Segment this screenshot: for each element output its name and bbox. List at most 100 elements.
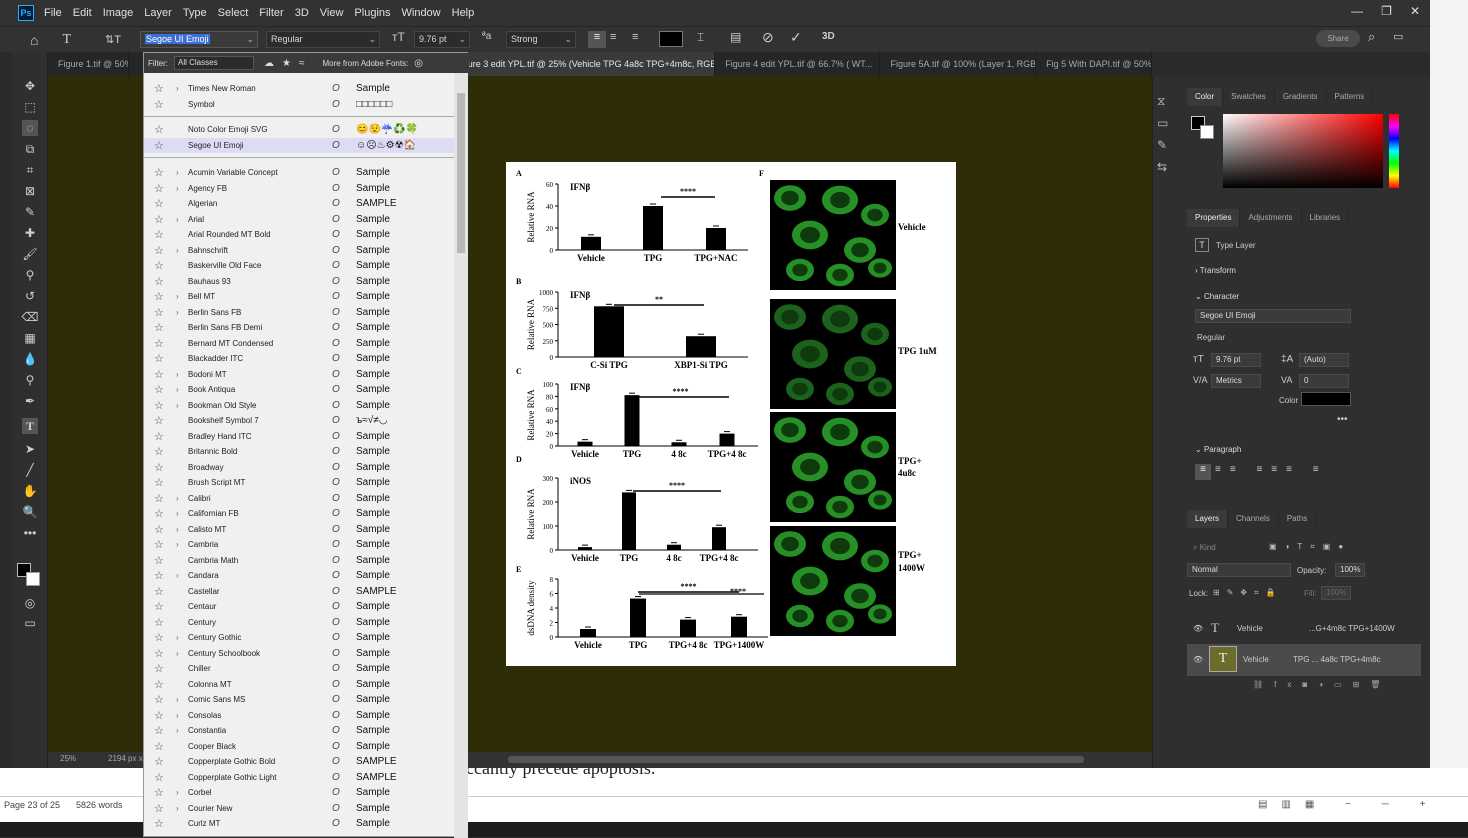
type-tool-icon[interactable]: T	[62, 32, 71, 48]
favorite-star-icon[interactable]: ☆	[154, 600, 164, 613]
expand-chevron-icon[interactable]: ›	[176, 401, 179, 410]
menu-edit[interactable]: Edit	[73, 7, 92, 19]
font-list-item[interactable]: ☆ Bradley Hand ITC O Sample	[144, 429, 454, 445]
favorite-star-icon[interactable]: ☆	[154, 771, 164, 784]
font-list-item[interactable]: ☆ › Calisto MT O Sample	[144, 522, 454, 538]
font-list-item[interactable]: ☆ Broadway O Sample	[144, 460, 454, 476]
font-list-item[interactable]: ☆ Cooper Black O Sample	[144, 739, 454, 755]
favorite-star-icon[interactable]: ☆	[154, 445, 164, 458]
expand-chevron-icon[interactable]: ›	[176, 633, 179, 642]
tab-libraries[interactable]: Libraries	[1302, 209, 1350, 227]
more-tools-icon[interactable]: •••	[22, 525, 38, 541]
favorite-star-icon[interactable]: ☆	[154, 585, 164, 598]
commit-icon[interactable]: ✓	[790, 29, 802, 46]
favorite-star-icon[interactable]: ☆	[154, 476, 164, 489]
warp-text-icon[interactable]: ⌶	[697, 30, 704, 45]
font-list-item[interactable]: ☆ › Agency FB O Sample	[144, 181, 454, 197]
antialias-select[interactable]: Strong ⌄	[506, 31, 576, 48]
char-size-field[interactable]: 9.76 pt	[1211, 353, 1261, 367]
tab-figure-4[interactable]: Figure 4 edit YPL.tif @ 66.7% ( WT...	[715, 52, 881, 76]
visibility-eye-icon[interactable]: 👁	[1193, 624, 1203, 633]
character-panel-icon[interactable]: ▤	[730, 30, 741, 44]
font-list-item[interactable]: ☆ Blackadder ITC O Sample	[144, 351, 454, 367]
favorite-star-icon[interactable]: ☆	[154, 383, 164, 396]
font-list-item[interactable]: ☆ › Cambria O Sample	[144, 537, 454, 553]
font-list-item[interactable]: ☆ Noto Color Emoji SVG O 😊😟☔♻️🍀	[144, 122, 454, 138]
align-right-icon[interactable]: ≡	[632, 31, 638, 43]
font-family-select[interactable]: Segoe UI Emoji ⌄	[140, 31, 258, 48]
filter-select[interactable]: All Classes	[174, 56, 254, 70]
layer-filter-icons[interactable]: ▣◑T⌗▣●	[1269, 542, 1351, 552]
favorite-star-icon[interactable]: ☆	[154, 647, 164, 660]
font-list-item[interactable]: ☆ › Book Antiqua O Sample	[144, 382, 454, 398]
zoom-level[interactable]: 25%	[60, 754, 76, 763]
menu-help[interactable]: Help	[452, 7, 475, 19]
favorite-star-icon[interactable]: ☆	[154, 631, 164, 644]
fill-field[interactable]: 100%	[1321, 586, 1351, 600]
font-list-item[interactable]: ☆ › Bahnschrift O Sample	[144, 243, 454, 259]
font-list-item[interactable]: ☆ › Consolas O Sample	[144, 708, 454, 724]
font-list-item[interactable]: ☆ Copperplate Gothic Bold O SAMPLE	[144, 754, 454, 770]
panel-icon-strip[interactable]: ⧖ ▭ ✎ ⇆	[1157, 90, 1168, 178]
favorite-star-icon[interactable]: ☆	[154, 259, 164, 272]
font-list-item[interactable]: ☆ › Berlin Sans FB O Sample	[144, 305, 454, 321]
favorite-star-icon[interactable]: ☆	[154, 275, 164, 288]
brush-tool-icon[interactable]: 🖌	[22, 246, 38, 262]
crop-tool-icon[interactable]: ⌗	[22, 162, 38, 178]
favorite-star-icon[interactable]: ☆	[154, 492, 164, 505]
favorite-star-icon[interactable]: ☆	[154, 228, 164, 241]
favorite-star-icon[interactable]: ☆	[154, 98, 164, 111]
tab-paths[interactable]: Paths	[1279, 510, 1317, 528]
font-list-item[interactable]: ☆ › Times New Roman O Sample	[144, 81, 454, 97]
tab-swatches[interactable]: Swatches	[1223, 88, 1275, 106]
font-list-item[interactable]: ☆ › Californian FB O Sample	[144, 506, 454, 522]
font-list-item[interactable]: ☆ › Acumin Variable Concept O Sample	[144, 165, 454, 181]
orientation-icon[interactable]: ⇅T	[105, 33, 121, 46]
expand-chevron-icon[interactable]: ›	[176, 525, 179, 534]
menu-layer[interactable]: Layer	[144, 7, 172, 19]
favorite-star-icon[interactable]: ☆	[154, 709, 164, 722]
tab-figure-1[interactable]: Figure 1.tif @ 50% (	[48, 52, 129, 76]
visibility-eye-icon[interactable]: 👁	[1193, 655, 1203, 664]
align-left-icon[interactable]: ≡	[588, 31, 606, 48]
menu-plugins[interactable]: Plugins	[354, 7, 390, 19]
favorite-star-icon[interactable]: ☆	[154, 139, 164, 152]
home-icon[interactable]: ⌂	[30, 32, 38, 48]
font-list-item[interactable]: ☆ Baskerville Old Face O Sample	[144, 258, 454, 274]
font-list-item[interactable]: ☆ Cambria Math O Sample	[144, 553, 454, 569]
lock-icons[interactable]: ⊞✎✥⌗🔒	[1213, 588, 1283, 598]
favorite-star-icon[interactable]: ☆	[154, 802, 164, 815]
layer-row[interactable]: 👁 T Vehicle ...G+4m8c TPG+1400W	[1187, 614, 1421, 644]
font-list-item[interactable]: ☆ Bernard MT Condensed O Sample	[144, 336, 454, 352]
favorite-star-icon[interactable]: ☆	[154, 414, 164, 427]
menu-type[interactable]: Type	[183, 7, 207, 19]
font-list-item[interactable]: ☆ › Calibri O Sample	[144, 491, 454, 507]
tab-color[interactable]: Color	[1187, 88, 1224, 106]
favorite-star-icon[interactable]: ☆	[154, 182, 164, 195]
favorite-star-icon[interactable]: ☆	[154, 817, 164, 830]
maximize-button[interactable]: ❐	[1381, 4, 1392, 18]
font-list-item[interactable]: ☆ Arial Rounded MT Bold O Sample	[144, 227, 454, 243]
font-list-item[interactable]: ☆ Colonna MT O Sample	[144, 677, 454, 693]
menu-3d[interactable]: 3D	[295, 7, 309, 19]
layer-actions-icons[interactable]: ⛓fx◙◑▭⊞🗑	[1253, 680, 1391, 689]
font-list-item[interactable]: ☆ Bauhaus 93 O Sample	[144, 274, 454, 290]
favorite-star-icon[interactable]: ☆	[154, 430, 164, 443]
font-list-item[interactable]: ☆ Brush Script MT O Sample	[144, 475, 454, 491]
expand-chevron-icon[interactable]: ›	[176, 571, 179, 580]
expand-chevron-icon[interactable]: ›	[176, 215, 179, 224]
color-bg-swatch[interactable]	[1200, 125, 1214, 139]
path-select-icon[interactable]: ➤	[22, 441, 38, 457]
zoom-tool-icon[interactable]: 🔍	[22, 504, 38, 520]
horizontal-scrollbar[interactable]	[508, 756, 1084, 763]
background-color-swatch[interactable]	[26, 572, 40, 586]
favorite-star-icon[interactable]: ☆	[154, 399, 164, 412]
font-list-item[interactable]: ☆ Bookshelf Symbol 7 Oъ≈√≠◡	[144, 413, 454, 429]
align-center-icon[interactable]: ≡	[610, 31, 616, 43]
char-font-select[interactable]: Segoe UI Emoji	[1195, 309, 1351, 323]
tab-figure-3[interactable]: gure 3 edit YPL.tif @ 25% (Vehicle TPG 4…	[452, 52, 716, 76]
healing-tool-icon[interactable]: ✚	[22, 225, 38, 241]
char-color-swatch[interactable]	[1301, 392, 1351, 406]
blend-mode-select[interactable]: Normal	[1187, 563, 1291, 577]
favorite-star-icon[interactable]: ☆	[154, 662, 164, 675]
